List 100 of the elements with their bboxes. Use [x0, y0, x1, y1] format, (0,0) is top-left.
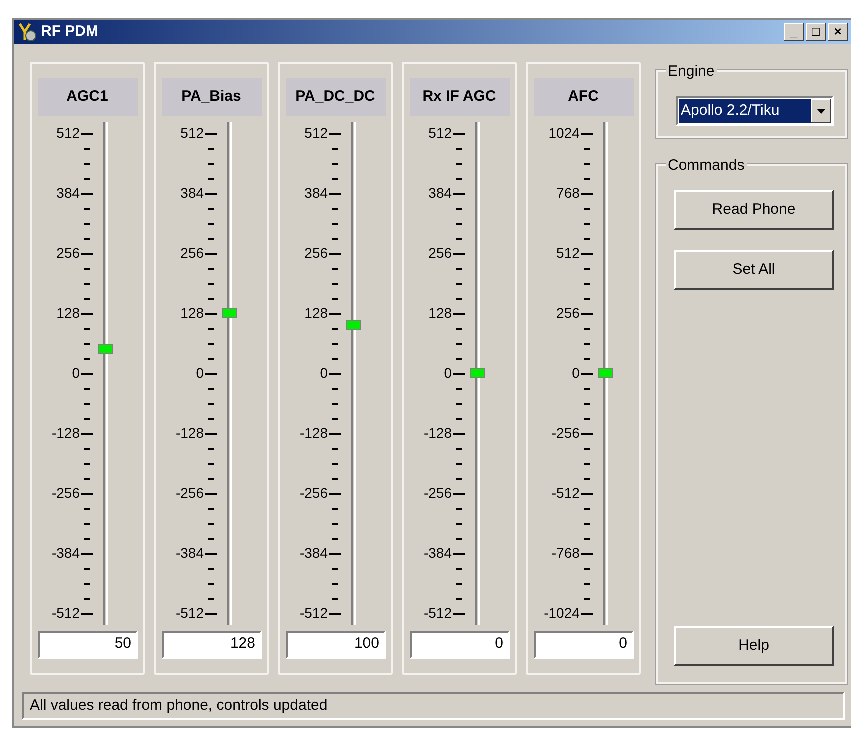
tick-mark: [584, 162, 590, 164]
tick-mark: [84, 178, 90, 180]
tick-mark: [584, 462, 590, 464]
slider[interactable]: [98, 122, 114, 625]
slider[interactable]: [470, 122, 486, 625]
value-field[interactable]: 50: [38, 631, 138, 659]
command-button[interactable]: Read Phone: [674, 190, 834, 230]
scale-label: -384: [52, 544, 80, 563]
slider[interactable]: [598, 122, 613, 625]
tick-mark: [208, 478, 214, 480]
value-field[interactable]: 128: [162, 631, 262, 659]
tick-mark: [81, 552, 94, 554]
scale-label: -256: [424, 484, 452, 503]
tick-mark: [453, 312, 466, 314]
scale-label: -1024: [544, 604, 580, 623]
scale-label: 0: [444, 364, 452, 383]
tick-mark: [580, 492, 593, 494]
tick-mark: [81, 492, 94, 494]
scale-label: 128: [304, 304, 328, 323]
scale-label: -128: [52, 424, 80, 443]
tick-mark: [584, 222, 590, 224]
tick-mark: [84, 448, 90, 450]
tick-mark: [332, 148, 338, 150]
slider[interactable]: [222, 122, 238, 625]
scale-label: 384: [56, 184, 80, 203]
tick-mark: [584, 402, 590, 404]
tick-mark: [456, 298, 462, 300]
slider[interactable]: [346, 122, 362, 625]
tick-mark: [84, 282, 90, 284]
tick-mark: [456, 178, 462, 180]
tick-mark: [208, 538, 214, 540]
tick-mark: [332, 282, 338, 284]
tick-mark: [81, 192, 94, 194]
tick-mark: [84, 478, 90, 480]
scale-label: 512: [304, 124, 328, 143]
scale-label: -512: [300, 604, 328, 623]
slider-thumb[interactable]: [346, 320, 362, 330]
tick-mark: [84, 222, 90, 224]
tick-mark: [332, 448, 338, 450]
tick-mark: [456, 358, 462, 360]
tick-mark: [329, 132, 342, 134]
tick-mark: [329, 252, 342, 254]
tick-mark: [456, 328, 462, 330]
tick-mark: [329, 612, 342, 614]
scale-label: -256: [176, 484, 204, 503]
tick-mark: [84, 388, 90, 390]
slider-thumb[interactable]: [222, 308, 238, 318]
tick-mark: [84, 208, 90, 210]
tick-mark: [453, 432, 466, 434]
tick-mark: [453, 192, 466, 194]
tick-mark: [580, 432, 593, 434]
slider-thumb[interactable]: [98, 344, 114, 354]
slider-thumb[interactable]: [470, 368, 486, 378]
scale-label: 0: [320, 364, 328, 383]
scale-label: -512: [176, 604, 204, 623]
slider-thumb[interactable]: [598, 368, 613, 378]
tick-mark: [205, 312, 218, 314]
help-button[interactable]: Help: [674, 626, 834, 666]
value-field[interactable]: 0: [410, 631, 510, 659]
tick-mark: [208, 388, 214, 390]
tick-mark: [456, 568, 462, 570]
slider-label: PA_DC_DC: [286, 78, 386, 116]
tick-mark: [453, 552, 466, 554]
tick-mark: [332, 298, 338, 300]
tick-mark: [208, 298, 214, 300]
tick-mark: [205, 192, 218, 194]
tick-mark: [84, 508, 90, 510]
close-button[interactable]: ×: [828, 23, 848, 41]
tick-mark: [456, 222, 462, 224]
tick-mark: [453, 372, 466, 374]
tick-mark: [205, 612, 218, 614]
scale-label: 256: [304, 244, 328, 263]
tick-mark: [580, 552, 593, 554]
tick-mark: [584, 538, 590, 540]
scale-label: -384: [176, 544, 204, 563]
tick-mark: [584, 522, 590, 524]
tick-mark: [84, 522, 90, 524]
tick-mark: [584, 598, 590, 600]
minimize-button[interactable]: _: [784, 23, 804, 41]
scale-label: -128: [424, 424, 452, 443]
tick-mark: [332, 208, 338, 210]
tick-mark: [456, 522, 462, 524]
engine-dropdown[interactable]: Apollo 2.2/Tiku: [676, 96, 834, 126]
tick-mark: [208, 508, 214, 510]
tick-mark: [81, 372, 94, 374]
scale-label: -384: [300, 544, 328, 563]
command-button[interactable]: Set All: [674, 250, 834, 290]
tick-mark: [584, 448, 590, 450]
maximize-button[interactable]: □: [806, 23, 826, 41]
scale-label: -256: [300, 484, 328, 503]
tick-mark: [208, 568, 214, 570]
tick-mark: [456, 478, 462, 480]
tick-mark: [453, 132, 466, 134]
tick-mark: [208, 402, 214, 404]
tick-mark: [456, 462, 462, 464]
tick-mark: [584, 208, 590, 210]
scale-label: 256: [180, 244, 204, 263]
tick-mark: [84, 298, 90, 300]
value-field[interactable]: 100: [286, 631, 386, 659]
value-field[interactable]: 0: [534, 631, 634, 659]
